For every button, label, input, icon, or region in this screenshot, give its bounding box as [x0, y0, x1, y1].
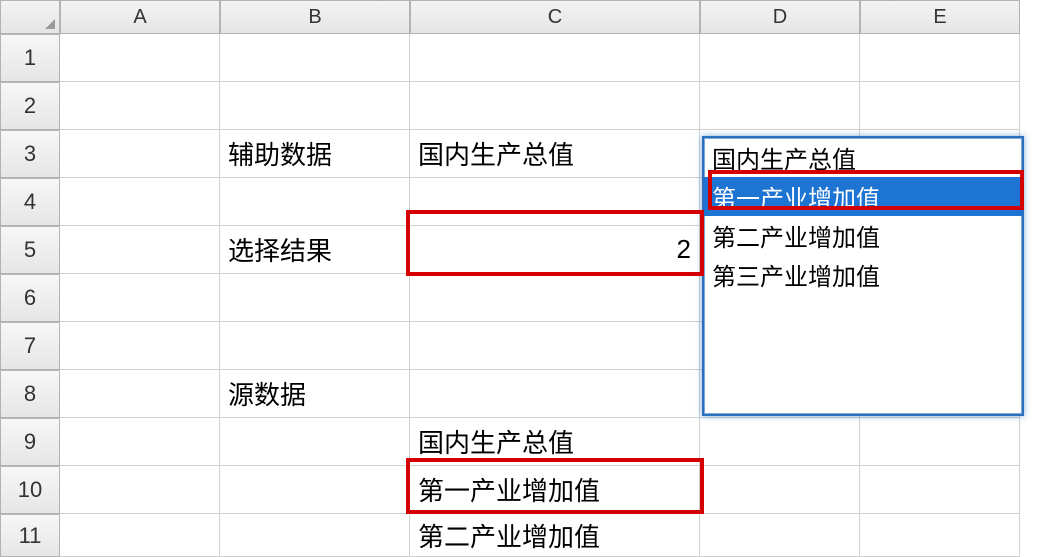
cell-A2[interactable]	[60, 82, 220, 130]
cell-C11[interactable]: 第二产业增加值	[410, 514, 700, 557]
row-header-7[interactable]: 7	[0, 322, 60, 370]
cell-B11[interactable]	[220, 514, 410, 557]
cell-B10[interactable]	[220, 466, 410, 514]
cell-A3[interactable]	[60, 130, 220, 178]
row-header-5[interactable]: 5	[0, 226, 60, 274]
col-header-A[interactable]: A	[60, 0, 220, 34]
cell-A7[interactable]	[60, 322, 220, 370]
cell-C8[interactable]	[410, 370, 700, 418]
cell-A5[interactable]	[60, 226, 220, 274]
select-all-corner[interactable]	[0, 0, 60, 34]
cell-D1[interactable]	[700, 34, 860, 82]
row-header-11[interactable]: 11	[0, 514, 60, 557]
cell-C3[interactable]: 国内生产总值	[410, 130, 700, 178]
cell-B8[interactable]: 源数据	[220, 370, 410, 418]
cell-C9[interactable]: 国内生产总值	[410, 418, 700, 466]
cell-C5[interactable]: 2	[410, 226, 700, 274]
cell-D2[interactable]	[700, 82, 860, 130]
row-header-6[interactable]: 6	[0, 274, 60, 322]
cell-E11[interactable]	[860, 514, 1020, 557]
cell-B9[interactable]	[220, 418, 410, 466]
row-header-4[interactable]: 4	[0, 178, 60, 226]
cell-A6[interactable]	[60, 274, 220, 322]
dropdown-item-2[interactable]: 第二产业增加值	[704, 216, 1022, 255]
row-header-2[interactable]: 2	[0, 82, 60, 130]
row-header-9[interactable]: 9	[0, 418, 60, 466]
spreadsheet: A B C D E 1 2 3 4 5 6 7 8 9 10 11 辅助数据 选…	[0, 0, 1044, 557]
cell-C10[interactable]: 第一产业增加值	[410, 466, 700, 514]
cell-A11[interactable]	[60, 514, 220, 557]
cell-A10[interactable]	[60, 466, 220, 514]
cell-A8[interactable]	[60, 370, 220, 418]
dropdown-item-0[interactable]: 国内生产总值	[704, 138, 1022, 177]
cell-B4[interactable]	[220, 178, 410, 226]
cell-A1[interactable]	[60, 34, 220, 82]
cell-D11[interactable]	[700, 514, 860, 557]
dropdown-item-3[interactable]: 第三产业增加值	[704, 255, 1022, 294]
cell-C2[interactable]	[410, 82, 700, 130]
col-header-D[interactable]: D	[700, 0, 860, 34]
cell-C7[interactable]	[410, 322, 700, 370]
cell-A9[interactable]	[60, 418, 220, 466]
cell-D9[interactable]	[700, 418, 860, 466]
cell-E2[interactable]	[860, 82, 1020, 130]
col-header-C[interactable]: C	[410, 0, 700, 34]
cell-D10[interactable]	[700, 466, 860, 514]
cell-A4[interactable]	[60, 178, 220, 226]
dropdown-listbox[interactable]: 国内生产总值 第一产业增加值 第二产业增加值 第三产业增加值	[702, 136, 1024, 416]
cell-C4[interactable]	[410, 178, 700, 226]
cell-B5[interactable]: 选择结果	[220, 226, 410, 274]
cell-E1[interactable]	[860, 34, 1020, 82]
row-header-3[interactable]: 3	[0, 130, 60, 178]
cell-B1[interactable]	[220, 34, 410, 82]
cell-B6[interactable]	[220, 274, 410, 322]
col-header-E[interactable]: E	[860, 0, 1020, 34]
row-header-10[interactable]: 10	[0, 466, 60, 514]
dropdown-item-1[interactable]: 第一产业增加值	[704, 177, 1022, 216]
cell-B2[interactable]	[220, 82, 410, 130]
cell-E10[interactable]	[860, 466, 1020, 514]
row-header-8[interactable]: 8	[0, 370, 60, 418]
cell-E9[interactable]	[860, 418, 1020, 466]
cell-C6[interactable]	[410, 274, 700, 322]
cell-B3[interactable]: 辅助数据	[220, 130, 410, 178]
cell-B7[interactable]	[220, 322, 410, 370]
col-header-B[interactable]: B	[220, 0, 410, 34]
cell-C1[interactable]	[410, 34, 700, 82]
row-header-1[interactable]: 1	[0, 34, 60, 82]
